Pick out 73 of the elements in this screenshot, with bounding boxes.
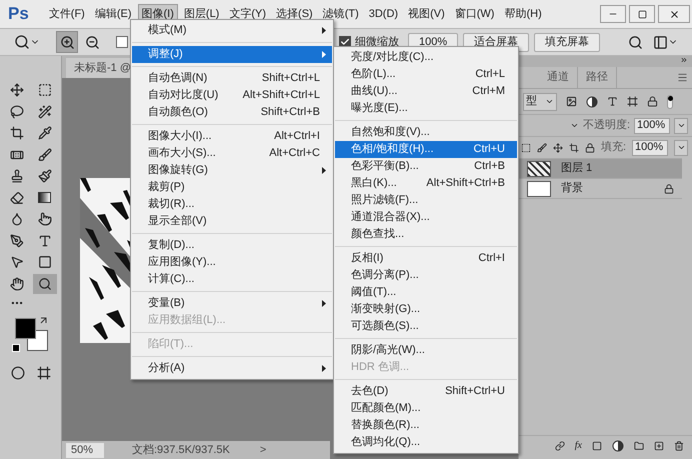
menu-item[interactable]: 分析(A) [132,360,332,377]
shortcut-text: Ctrl+U [474,142,505,158]
shortcut-text: Alt+Ctrl+C [269,146,320,162]
menu-item[interactable]: 复制(D)... [132,237,332,254]
layer-row[interactable]: 图层 1 [519,159,682,179]
menu-bar-item[interactable]: 文件(F) [44,4,89,24]
menu-item[interactable]: 替换颜色(R)... [335,417,517,434]
menu-item[interactable]: 图像大小(I)... Alt+Ctrl+I [132,128,332,145]
fx-button[interactable]: fx [574,438,582,453]
menu-item[interactable]: 调整(J) [132,46,332,63]
menu-item[interactable]: 渐变映射(G)... [335,301,517,318]
menu-bar-item[interactable]: 3D(D) [364,4,402,24]
fill-field[interactable]: 100% [632,140,668,156]
menu-bar-item[interactable]: 编辑(E) [90,4,136,24]
menu-item[interactable]: 黑白(K)... Alt+Shift+Ctrl+B [335,175,517,192]
menu-item[interactable]: 去色(D) Shift+Ctrl+U [335,383,517,400]
shortcut-text: Ctrl+I [478,251,505,266]
shortcut-text: Shift+Ctrl+U [445,384,505,400]
app-logo: Ps [8,3,29,26]
menu-item[interactable]: 曝光度(E)... [335,100,517,117]
menu-bar-item[interactable]: 窗口(W) [450,4,498,24]
menu-bar-item[interactable]: 视图(V) [404,4,449,24]
menu-bar-item[interactable]: 滤镜(T) [318,4,363,24]
menu-item[interactable]: 曲线(U)... Ctrl+M [335,83,517,100]
menu-item[interactable]: 裁剪(P) [132,179,332,196]
opacity-label: 不透明度: [582,118,630,134]
menu-item[interactable]: 应用图像(Y)... [132,254,332,271]
shortcut-text: Shift+Ctrl+B [260,105,320,120]
checkbox-label: 细微缩放 [355,34,399,50]
menu-item[interactable]: 模式(M) [132,22,332,39]
layer-name: 图层 1 [561,161,592,176]
shortcut-text: Ctrl+M [472,84,505,100]
menu-item[interactable]: 阈值(T)... [335,284,517,301]
shortcut-text: Ctrl+B [474,159,505,174]
info-menu-arrow[interactable]: > [260,442,266,458]
layer-row[interactable]: 背景 [519,179,682,199]
menu-item[interactable]: 显示全部(V) [132,213,332,230]
menu-item[interactable]: 色相/饱和度(H)... Ctrl+U [335,141,517,158]
menu-item[interactable]: 自然饱和度(V)... [335,124,517,141]
menu-item[interactable]: 变量(B) [132,295,332,312]
menu-item[interactable]: 可选颜色(S)... [335,318,517,335]
panel-tab[interactable]: 通道 [539,67,578,88]
zoom-level-field[interactable]: 50% [66,442,104,458]
menu-item[interactable]: 通道混合器(X)... [335,209,517,226]
shortcut-text: Alt+Shift+Ctrl+L [242,88,320,104]
menu-item[interactable]: 匹配颜色(M)... [335,400,517,417]
menu-bar-item[interactable]: 帮助(H) [500,4,546,24]
panel-tab[interactable]: 路径 [578,67,617,88]
shortcut-text: Alt+Shift+Ctrl+B [426,176,505,192]
menu-item[interactable]: 图像旋转(G) [132,162,332,179]
shortcut-text: Alt+Ctrl+I [274,129,320,144]
menu-item[interactable]: 亮度/对比度(C)... [335,49,517,66]
menu-item[interactable]: 色阶(L)... Ctrl+L [335,66,517,83]
menu-item[interactable]: 自动颜色(O) Shift+Ctrl+B [132,104,332,121]
menu-item[interactable]: 阴影/高光(W)... [335,342,517,359]
menu-item[interactable]: 画布大小(S)... Alt+Ctrl+C [132,145,332,162]
menu-item[interactable]: 颜色查找... [335,226,517,243]
shortcut-text: Ctrl+L [475,67,505,82]
option-button[interactable]: 填充屏幕 [534,32,600,52]
menu-item[interactable]: 色调均化(Q)... [335,434,517,451]
menu-item[interactable]: 照片滤镜(F)... [335,192,517,209]
layer-name: 背景 [561,180,583,196]
menu-item[interactable]: 色调分离(P)... [335,267,517,284]
menu-item[interactable]: 色彩平衡(B)... Ctrl+B [335,158,517,175]
shortcut-text: Shift+Ctrl+L [262,71,320,86]
filter-dropdown[interactable]: 型 [523,92,557,110]
menu-item[interactable]: 计算(C)... [132,271,332,288]
fill-label: 填充: [600,140,626,156]
menu-item[interactable]: 裁切(R)... [132,196,332,213]
menu-item[interactable]: 反相(I) Ctrl+I [335,250,517,267]
menu-item[interactable]: 自动对比度(U) Alt+Shift+Ctrl+L [132,87,332,104]
document-info: 文档:937.5K/937.5K [132,442,230,458]
opacity-field[interactable]: 100% [634,118,670,134]
